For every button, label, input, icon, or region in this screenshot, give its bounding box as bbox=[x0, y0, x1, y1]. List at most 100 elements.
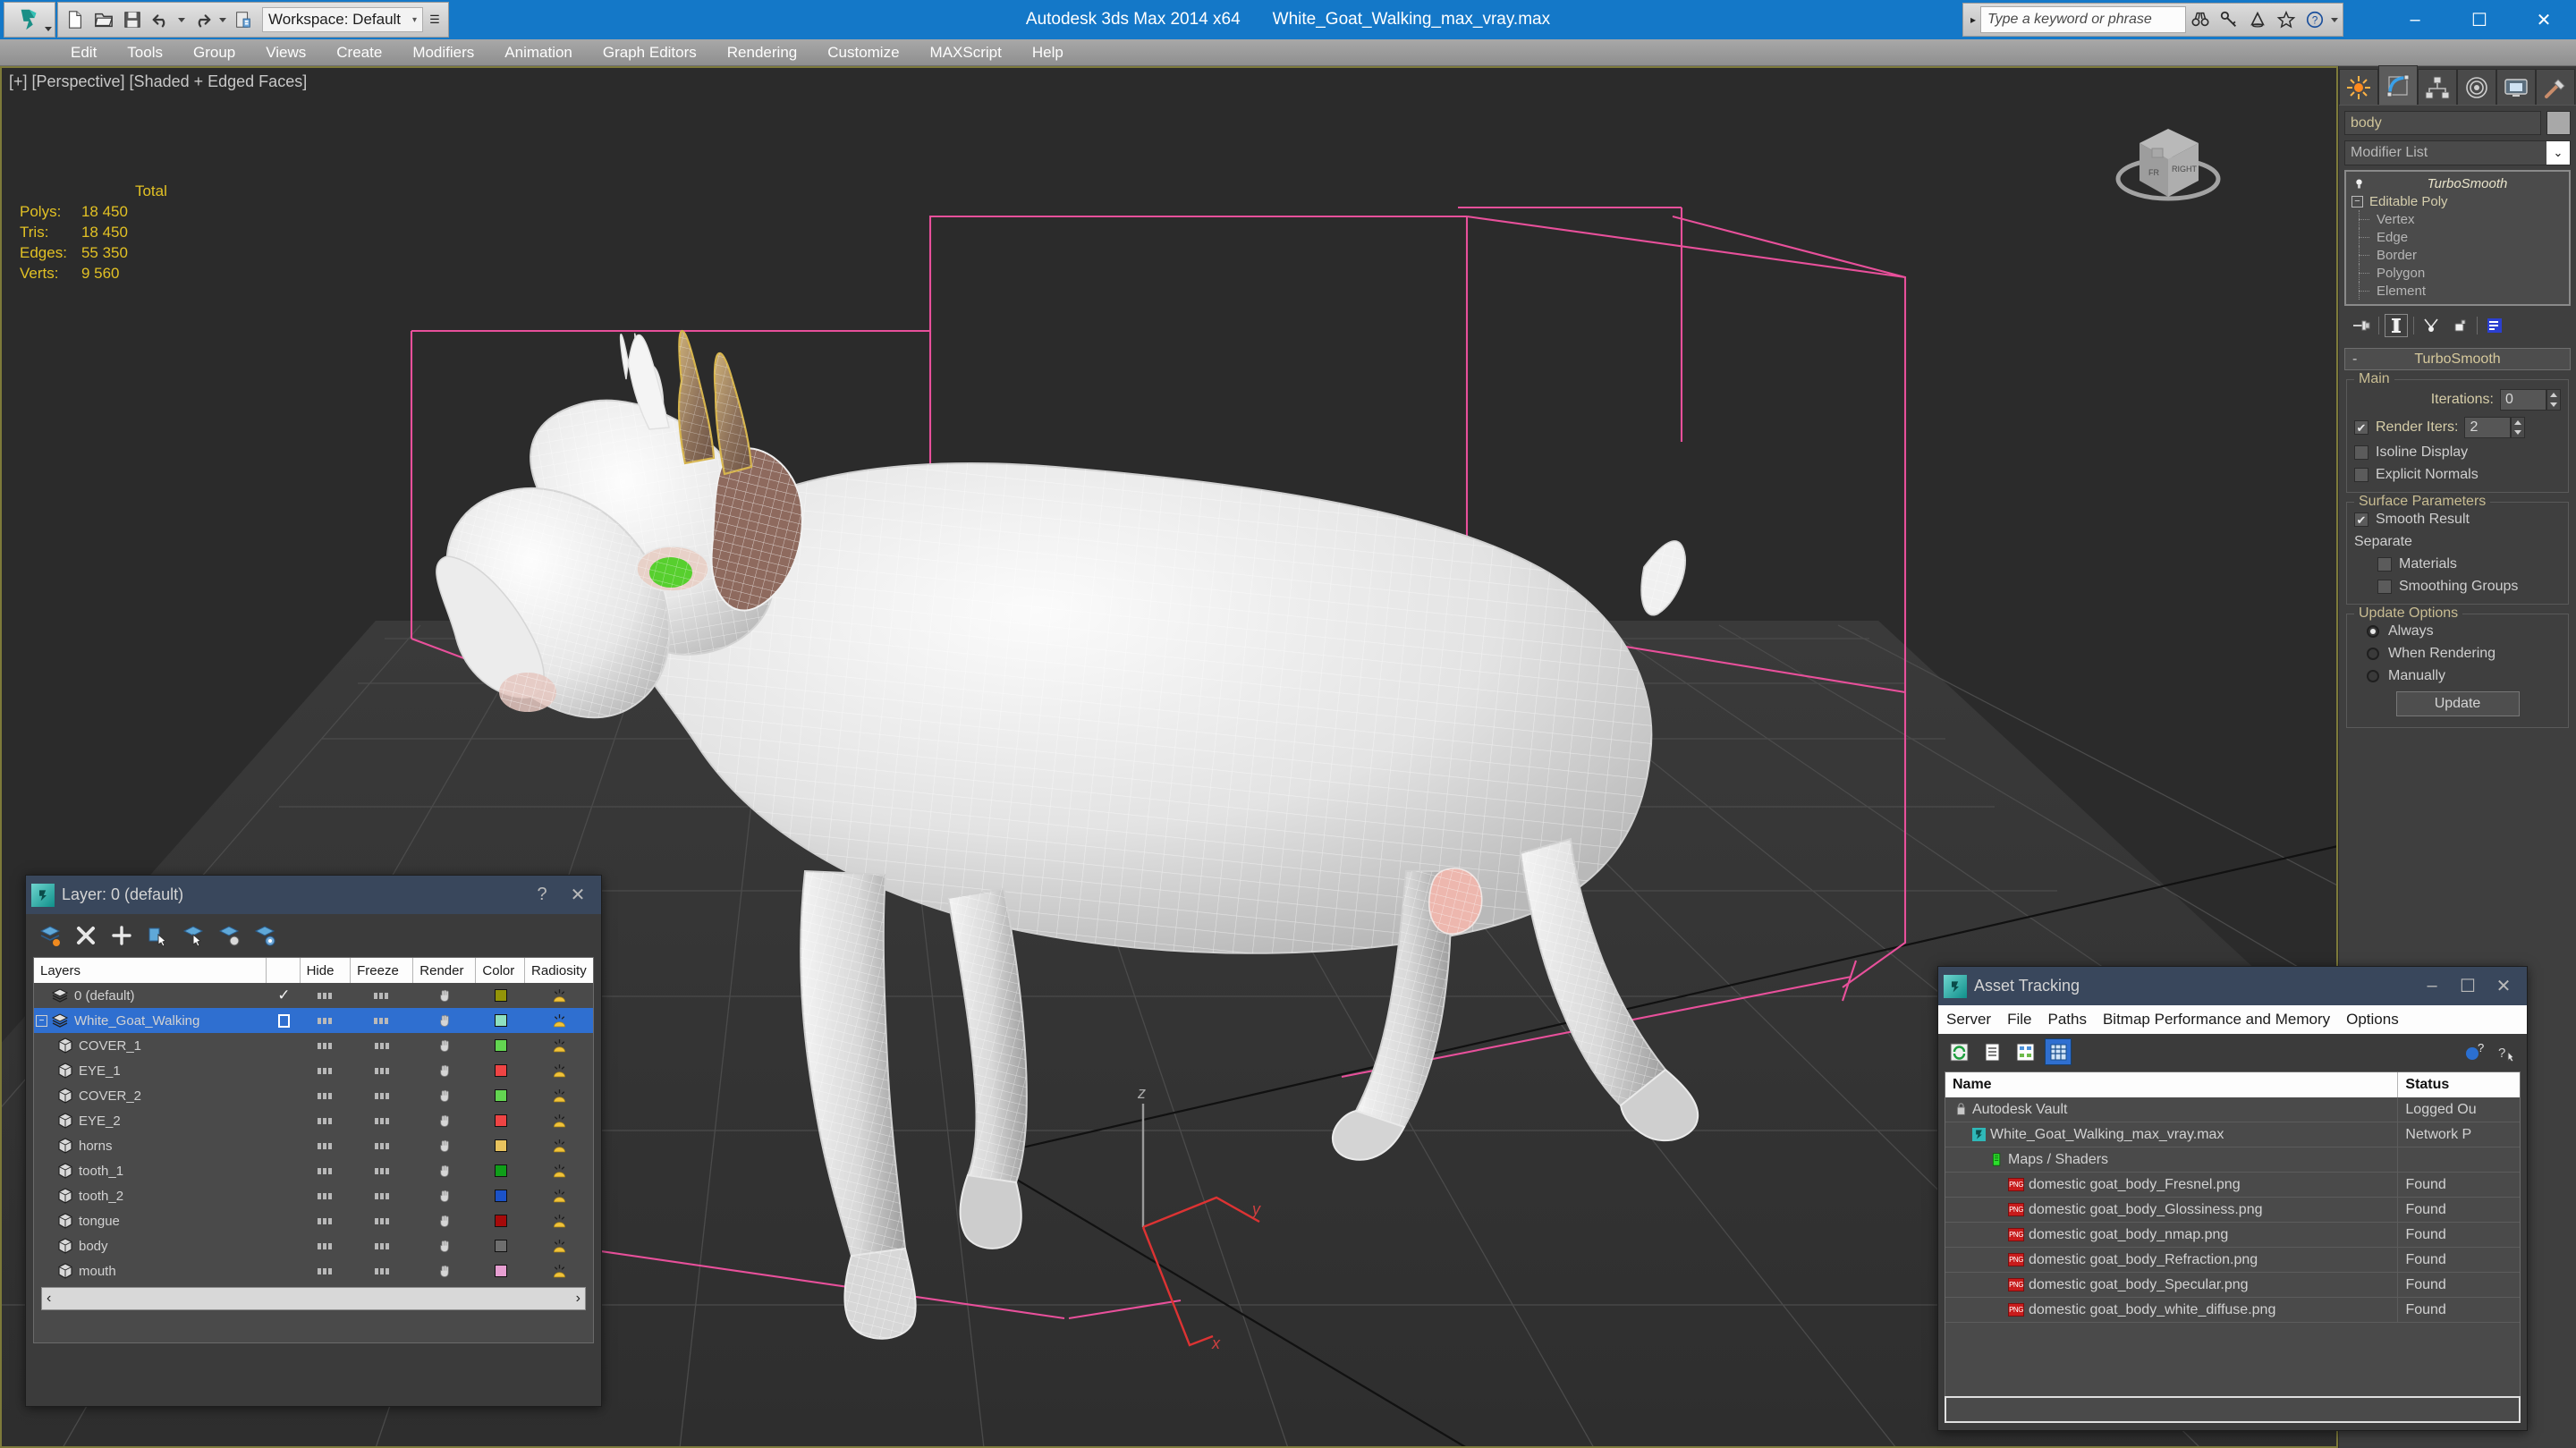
col-render[interactable]: Render bbox=[413, 958, 477, 983]
search-field-wrap[interactable] bbox=[1980, 6, 2186, 33]
render-iters-checkbox[interactable]: ✔ bbox=[2354, 420, 2368, 435]
layer-active-check-icon[interactable]: ✓ bbox=[277, 987, 290, 1004]
layer-radiosity-cell[interactable] bbox=[525, 1063, 593, 1079]
layer-name-cell[interactable]: 0 (default) bbox=[34, 987, 267, 1003]
layer-row[interactable]: − White_Goat_Walking bbox=[34, 1008, 593, 1033]
layer-dialog-close-button[interactable]: ✕ bbox=[560, 877, 596, 913]
render-iters-spinner[interactable] bbox=[2511, 417, 2526, 438]
layer-radiosity-cell[interactable] bbox=[525, 1163, 593, 1179]
col-freeze[interactable]: Freeze bbox=[351, 958, 414, 983]
layer-row[interactable]: COVER_1 bbox=[34, 1033, 593, 1058]
layer-color-cell[interactable] bbox=[477, 1190, 525, 1202]
tab-create[interactable] bbox=[2339, 69, 2378, 105]
col-name[interactable]: Name bbox=[1945, 1072, 2399, 1097]
col-active[interactable] bbox=[267, 958, 301, 983]
undo-dropdown-icon[interactable] bbox=[178, 17, 185, 22]
select-highlighted-layer-icon[interactable] bbox=[178, 920, 208, 951]
layer-render-cell[interactable] bbox=[414, 1264, 477, 1279]
subscription-key-icon[interactable] bbox=[2215, 5, 2243, 34]
stack-subobject-vertex[interactable]: Vertex bbox=[2346, 210, 2569, 228]
menu-rendering[interactable]: Rendering bbox=[712, 39, 812, 66]
set-project-folder-icon[interactable] bbox=[230, 5, 257, 34]
layer-row[interactable]: mouth bbox=[34, 1258, 593, 1283]
tab-motion[interactable] bbox=[2457, 69, 2496, 105]
explicit-normals-checkbox[interactable] bbox=[2354, 468, 2368, 482]
asset-row[interactable]: PNG domestic goat_body_Fresnel.png Found bbox=[1945, 1173, 2520, 1198]
layer-render-cell[interactable] bbox=[414, 1239, 477, 1254]
update-always-radio[interactable] bbox=[2367, 625, 2379, 638]
object-name-field[interactable]: body bbox=[2344, 111, 2541, 135]
layer-freeze-cell[interactable] bbox=[352, 1242, 414, 1249]
layer-hide-cell[interactable] bbox=[301, 1167, 351, 1174]
asset-row[interactable]: PNG domestic goat_body_Specular.png Found bbox=[1945, 1273, 2520, 1298]
menu-help[interactable]: Help bbox=[1017, 39, 1079, 66]
layer-hide-cell[interactable] bbox=[301, 1017, 351, 1024]
layer-hscrollbar[interactable]: ‹ › bbox=[41, 1287, 586, 1310]
open-file-icon[interactable] bbox=[90, 5, 117, 34]
help-dropdown-icon[interactable] bbox=[2331, 17, 2338, 22]
redo-icon[interactable] bbox=[189, 5, 216, 34]
asset-table[interactable]: Name Status Autodesk Vault Logged Ou White… bbox=[1945, 1071, 2521, 1420]
materials-checkbox[interactable] bbox=[2377, 557, 2392, 572]
workspace-dropdown-icon[interactable]: ☰ bbox=[425, 7, 445, 32]
layer-active-cell[interactable] bbox=[267, 1013, 301, 1028]
layer-color-cell[interactable] bbox=[477, 1114, 525, 1127]
layer-color-swatch[interactable] bbox=[494, 1039, 507, 1052]
layer-color-swatch[interactable] bbox=[494, 1139, 507, 1152]
layer-color-cell[interactable] bbox=[477, 1139, 525, 1152]
asset-close-button[interactable]: ✕ bbox=[2486, 969, 2521, 1004]
layer-expand-icon[interactable]: − bbox=[36, 1014, 47, 1027]
layer-name-cell[interactable]: body bbox=[34, 1238, 267, 1254]
layer-render-cell[interactable] bbox=[413, 1013, 476, 1029]
layer-color-swatch[interactable] bbox=[494, 1014, 507, 1027]
col-color[interactable]: Color bbox=[476, 958, 526, 983]
layer-freeze-cell[interactable] bbox=[352, 1092, 414, 1099]
menu-create[interactable]: Create bbox=[321, 39, 397, 66]
menu-customize[interactable]: Customize bbox=[812, 39, 914, 66]
layer-properties-icon[interactable] bbox=[250, 920, 280, 951]
layer-dialog-help-button[interactable]: ? bbox=[524, 877, 560, 913]
create-new-layer-icon[interactable] bbox=[35, 920, 65, 951]
chevron-down-icon[interactable]: ⌄ bbox=[2546, 141, 2570, 165]
asset-menu-file[interactable]: File bbox=[1999, 1011, 2039, 1029]
layer-freeze-cell[interactable] bbox=[352, 1192, 414, 1199]
layer-color-cell[interactable] bbox=[477, 1089, 525, 1102]
layer-hide-cell[interactable] bbox=[301, 1192, 351, 1199]
communication-center-icon[interactable] bbox=[2243, 5, 2272, 34]
layer-radiosity-cell[interactable] bbox=[525, 1238, 593, 1254]
asset-row[interactable]: White_Goat_Walking_max_vray.max Network P bbox=[1945, 1122, 2520, 1147]
col-status[interactable]: Status bbox=[2398, 1072, 2520, 1097]
layer-render-cell[interactable] bbox=[414, 1189, 477, 1204]
context-help-icon[interactable]: ? bbox=[2493, 1038, 2520, 1065]
layer-row[interactable]: tongue bbox=[34, 1208, 593, 1233]
asset-name-cell[interactable]: White_Goat_Walking_max_vray.max bbox=[1945, 1122, 2399, 1147]
tab-utilities[interactable] bbox=[2536, 69, 2575, 105]
layer-row[interactable]: tooth_1 bbox=[34, 1158, 593, 1183]
new-file-icon[interactable] bbox=[62, 5, 89, 34]
table-view-icon[interactable] bbox=[2045, 1038, 2072, 1065]
isoline-row[interactable]: Isoline Display bbox=[2354, 445, 2561, 461]
stack-subobject-border[interactable]: Border bbox=[2346, 246, 2569, 264]
asset-name-cell[interactable]: Autodesk Vault bbox=[1945, 1097, 2399, 1122]
isoline-checkbox[interactable] bbox=[2354, 445, 2368, 460]
tab-modify[interactable] bbox=[2378, 65, 2418, 105]
asset-name-cell[interactable]: PNG domestic goat_body_white_diffuse.png bbox=[1945, 1298, 2399, 1322]
layer-color-swatch[interactable] bbox=[494, 1089, 507, 1102]
stack-subobject-polygon[interactable]: Polygon bbox=[2346, 264, 2569, 282]
menu-graph-editors[interactable]: Graph Editors bbox=[588, 39, 712, 66]
search-input[interactable] bbox=[1987, 12, 2179, 28]
menu-modifiers[interactable]: Modifiers bbox=[397, 39, 489, 66]
layer-hide-cell[interactable] bbox=[301, 1267, 351, 1274]
update-always-row[interactable]: Always bbox=[2354, 623, 2561, 639]
undo-icon[interactable] bbox=[148, 5, 174, 34]
layer-scroll-right-icon[interactable]: › bbox=[576, 1291, 580, 1307]
explicit-normals-row[interactable]: Explicit Normals bbox=[2354, 467, 2561, 483]
layer-row[interactable]: tooth_2 bbox=[34, 1183, 593, 1208]
rollup-collapse-icon[interactable]: - bbox=[2352, 351, 2357, 368]
stack-item-editable-poly[interactable]: − Editable Poly bbox=[2346, 192, 2569, 210]
add-layer-icon[interactable] bbox=[106, 920, 137, 951]
maximize-button[interactable]: ☐ bbox=[2447, 0, 2512, 39]
iterations-value[interactable]: 0 bbox=[2500, 389, 2546, 411]
make-unique-icon[interactable] bbox=[2419, 314, 2443, 337]
asset-row[interactable]: PNG domestic goat_body_white_diffuse.png F… bbox=[1945, 1298, 2520, 1323]
